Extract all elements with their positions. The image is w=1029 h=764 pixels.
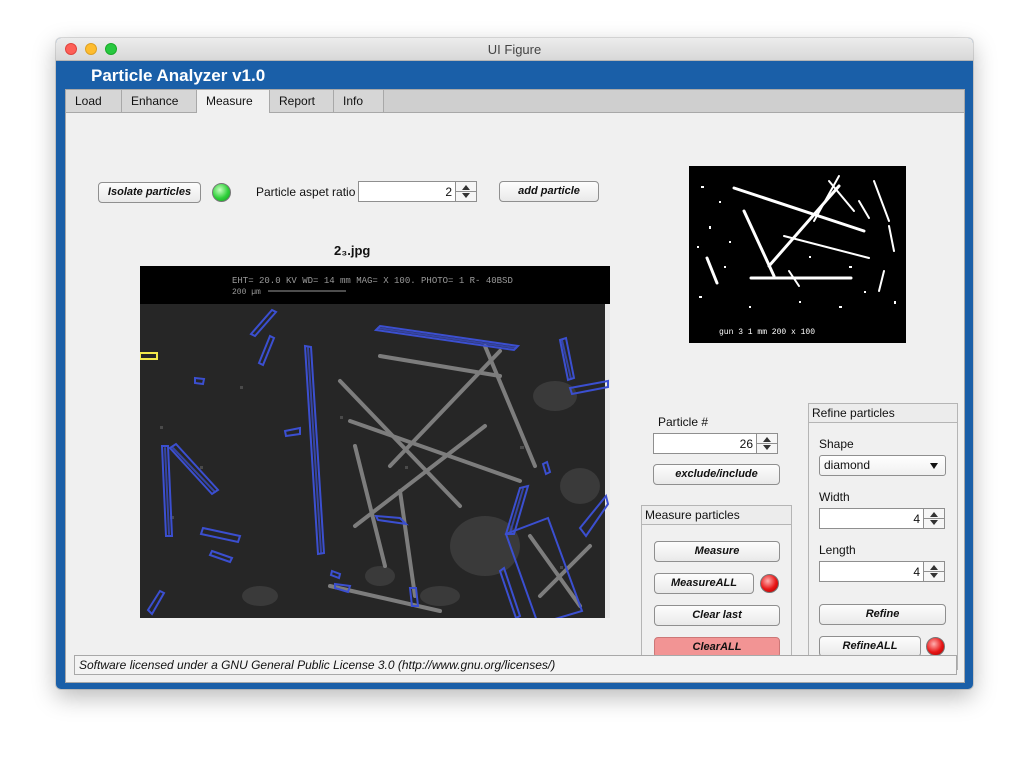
sem-image-graphic: EHT= 20.0 KV WD= 14 mm MAG= X 100. PHOTO… (139, 266, 610, 626)
shape-label: Shape (819, 437, 854, 451)
image-title: 2₃.jpg (334, 243, 371, 258)
aspect-ratio-spinner[interactable]: 2 (358, 181, 477, 202)
measure-particles-panel: Measure particles Measure MeasureALL Cle… (641, 505, 792, 670)
binary-preview-graphic: gun 3 1 mm 200 x 100 (689, 166, 906, 343)
refine-panel-title: Refine particles (809, 404, 957, 423)
length-label: Length (819, 543, 856, 557)
scale-bar-label: 200 µm (232, 288, 261, 297)
tab-report[interactable]: Report (270, 90, 334, 112)
particle-number-spinner[interactable]: 26 (653, 433, 778, 454)
increment-arrow-icon[interactable] (930, 565, 938, 570)
binary-preview-image: gun 3 1 mm 200 x 100 (689, 166, 906, 343)
length-value: 4 (913, 565, 920, 579)
decrement-arrow-icon[interactable] (930, 520, 938, 525)
tab-measure[interactable]: Measure (197, 90, 270, 113)
length-spinner[interactable]: 4 (819, 561, 945, 582)
measure-all-status-lamp (760, 574, 779, 593)
decrement-arrow-icon[interactable] (930, 573, 938, 578)
preview-footer-text: gun 3 1 mm 200 x 100 (719, 328, 815, 337)
measure-all-button[interactable]: MeasureALL (654, 573, 754, 594)
exclude-include-button[interactable]: exclude/include (653, 464, 780, 485)
shape-dropdown[interactable]: diamond (819, 455, 946, 476)
aspect-ratio-label: Particle aspet ratio (256, 185, 356, 199)
refine-button[interactable]: Refine (819, 604, 946, 625)
width-value: 4 (913, 512, 920, 526)
particle-number-value: 26 (739, 437, 753, 451)
measure-tab-content: Isolate particles Particle aspet ratio 2… (65, 113, 965, 683)
tab-bar: Load Enhance Measure Report Info (65, 89, 965, 113)
refine-all-button[interactable]: RefineALL (819, 636, 921, 657)
aspect-ratio-stepper[interactable] (455, 182, 476, 201)
measure-panel-title: Measure particles (642, 506, 791, 525)
sem-header-text: EHT= 20.0 KV WD= 14 mm MAG= X 100. PHOTO… (232, 276, 513, 286)
decrement-arrow-icon[interactable] (462, 193, 470, 198)
add-particle-button[interactable]: add particle (499, 181, 599, 202)
increment-arrow-icon[interactable] (763, 437, 771, 442)
license-status-bar: Software licensed under a GNU General Pu… (74, 655, 957, 675)
clear-last-button[interactable]: Clear last (654, 605, 780, 626)
sem-image[interactable]: EHT= 20.0 KV WD= 14 mm MAG= X 100. PHOTO… (139, 266, 610, 626)
increment-arrow-icon[interactable] (462, 185, 470, 190)
aspect-ratio-value: 2 (445, 185, 452, 199)
chevron-down-icon (930, 463, 938, 469)
particle-number-label: Particle # (658, 415, 709, 429)
app-title: Particle Analyzer v1.0 (91, 66, 266, 85)
tab-enhance[interactable]: Enhance (122, 90, 197, 112)
increment-arrow-icon[interactable] (930, 512, 938, 517)
refine-all-status-lamp (926, 637, 945, 656)
particle-number-stepper[interactable] (756, 434, 777, 453)
window-title: UI Figure (487, 42, 542, 57)
isolate-status-lamp (212, 183, 231, 202)
shape-dropdown-value: diamond (824, 458, 871, 472)
width-spinner[interactable]: 4 (819, 508, 945, 529)
width-stepper[interactable] (923, 509, 944, 528)
length-stepper[interactable] (923, 562, 944, 581)
refine-particles-panel: Refine particles Shape diamond Width 4 L… (808, 403, 958, 670)
measure-button[interactable]: Measure (654, 541, 780, 562)
width-label: Width (819, 490, 850, 504)
window-titlebar: UI Figure (56, 38, 973, 61)
decrement-arrow-icon[interactable] (763, 445, 771, 450)
isolate-particles-button[interactable]: Isolate particles (98, 182, 201, 203)
tab-load[interactable]: Load (66, 90, 122, 112)
tab-info[interactable]: Info (334, 90, 384, 112)
app-window: UI Figure Particle Analyzer v1.0 Load En… (56, 38, 973, 689)
